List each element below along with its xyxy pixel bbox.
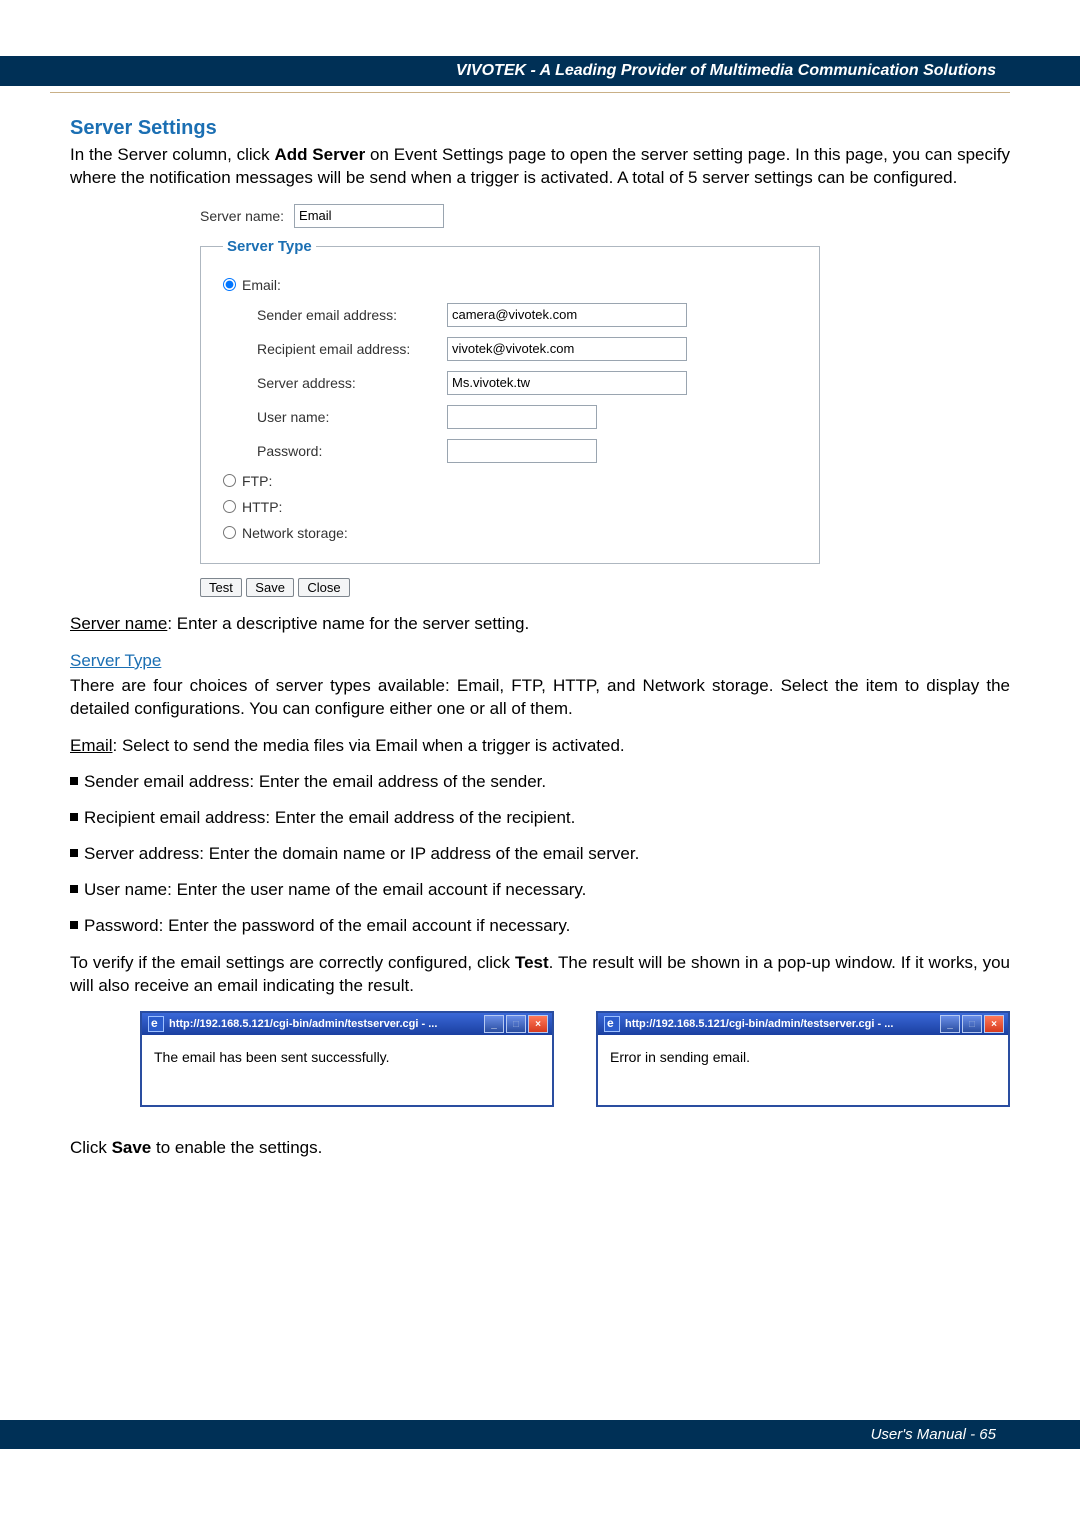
radio-email-row[interactable]: Email: <box>223 277 797 293</box>
popup-body-text: Error in sending email. <box>598 1035 1008 1105</box>
bullet-icon <box>70 921 78 929</box>
close-icon[interactable]: × <box>984 1015 1004 1033</box>
maximize-icon[interactable]: □ <box>506 1015 526 1033</box>
bullet-icon <box>70 885 78 893</box>
save-button[interactable]: Save <box>246 578 294 597</box>
server-name-label: Server name: <box>200 208 284 224</box>
page-footer: User's Manual - 65 <box>0 1420 1080 1449</box>
list-item: Sender email address: Enter the email ad… <box>70 772 1010 792</box>
email-explain: Email: Select to send the media files vi… <box>70 735 1010 758</box>
radio-ftp[interactable] <box>223 474 236 487</box>
popup-titlebar: http://192.168.5.121/cgi-bin/admin/tests… <box>598 1013 1008 1035</box>
section-title: Server Settings <box>70 117 1010 140</box>
popup-title-text: http://192.168.5.121/cgi-bin/admin/tests… <box>625 1018 940 1030</box>
close-icon[interactable]: × <box>528 1015 548 1033</box>
radio-http-label: HTTP: <box>242 499 282 515</box>
ie-icon <box>148 1016 164 1032</box>
sender-email-input[interactable] <box>447 303 687 327</box>
brand-text: VIVOTEK - A Leading Provider of Multimed… <box>456 62 996 79</box>
minimize-icon[interactable]: _ <box>484 1015 504 1033</box>
server-type-legend: Server Type <box>223 238 316 255</box>
password-input[interactable] <box>447 439 597 463</box>
user-name-input[interactable] <box>447 405 597 429</box>
radio-email[interactable] <box>223 278 236 291</box>
list-item: Password: Enter the password of the emai… <box>70 916 1010 936</box>
list-item: Server address: Enter the domain name or… <box>70 844 1010 864</box>
popup-error: http://192.168.5.121/cgi-bin/admin/tests… <box>596 1011 1010 1107</box>
bullet-icon <box>70 813 78 821</box>
header-divider <box>50 92 1010 93</box>
sender-email-label: Sender email address: <box>257 307 447 323</box>
radio-http-row[interactable]: HTTP: <box>223 499 797 515</box>
server-address-label: Server address: <box>257 375 447 391</box>
popup-success: http://192.168.5.121/cgi-bin/admin/tests… <box>140 1011 554 1107</box>
server-type-text: There are four choices of server types a… <box>70 675 1010 721</box>
section-intro: In the Server column, click Add Server o… <box>70 144 1010 190</box>
test-explain: To verify if the email settings are corr… <box>70 952 1010 998</box>
user-name-label: User name: <box>257 409 447 425</box>
bullet-icon <box>70 777 78 785</box>
page-header-bar: VIVOTEK - A Leading Provider of Multimed… <box>0 56 1080 86</box>
bullet-icon <box>70 849 78 857</box>
server-settings-panel: Server name: Server Type Email: Sender e… <box>200 204 820 597</box>
radio-network-row[interactable]: Network storage: <box>223 525 797 541</box>
email-fields: Sender email address: Recipient email ad… <box>257 303 797 463</box>
recipient-email-label: Recipient email address: <box>257 341 447 357</box>
server-type-heading: Server Type <box>70 651 161 670</box>
button-row: Test Save Close <box>200 578 820 597</box>
popup-row: http://192.168.5.121/cgi-bin/admin/tests… <box>140 1011 1010 1107</box>
server-type-fieldset: Server Type Email: Sender email address:… <box>200 238 820 564</box>
maximize-icon[interactable]: □ <box>962 1015 982 1033</box>
popup-body-text: The email has been sent successfully. <box>142 1035 552 1105</box>
radio-network[interactable] <box>223 526 236 539</box>
popup-title-text: http://192.168.5.121/cgi-bin/admin/tests… <box>169 1018 484 1030</box>
footer-text: User's Manual - 65 <box>871 1426 996 1443</box>
popup-titlebar: http://192.168.5.121/cgi-bin/admin/tests… <box>142 1013 552 1035</box>
test-button[interactable]: Test <box>200 578 242 597</box>
server-name-input[interactable] <box>294 204 444 228</box>
radio-ftp-row[interactable]: FTP: <box>223 473 797 489</box>
recipient-email-input[interactable] <box>447 337 687 361</box>
list-item: User name: Enter the user name of the em… <box>70 880 1010 900</box>
password-label: Password: <box>257 443 447 459</box>
server-name-explain: Server name: Enter a descriptive name fo… <box>70 613 1010 636</box>
ie-icon <box>604 1016 620 1032</box>
radio-network-label: Network storage: <box>242 525 348 541</box>
radio-ftp-label: FTP: <box>242 473 272 489</box>
radio-email-label: Email: <box>242 277 281 293</box>
radio-http[interactable] <box>223 500 236 513</box>
close-button[interactable]: Close <box>298 578 349 597</box>
minimize-icon[interactable]: _ <box>940 1015 960 1033</box>
server-address-input[interactable] <box>447 371 687 395</box>
after-popups-text: Click Save to enable the settings. <box>70 1137 1010 1160</box>
list-item: Recipient email address: Enter the email… <box>70 808 1010 828</box>
